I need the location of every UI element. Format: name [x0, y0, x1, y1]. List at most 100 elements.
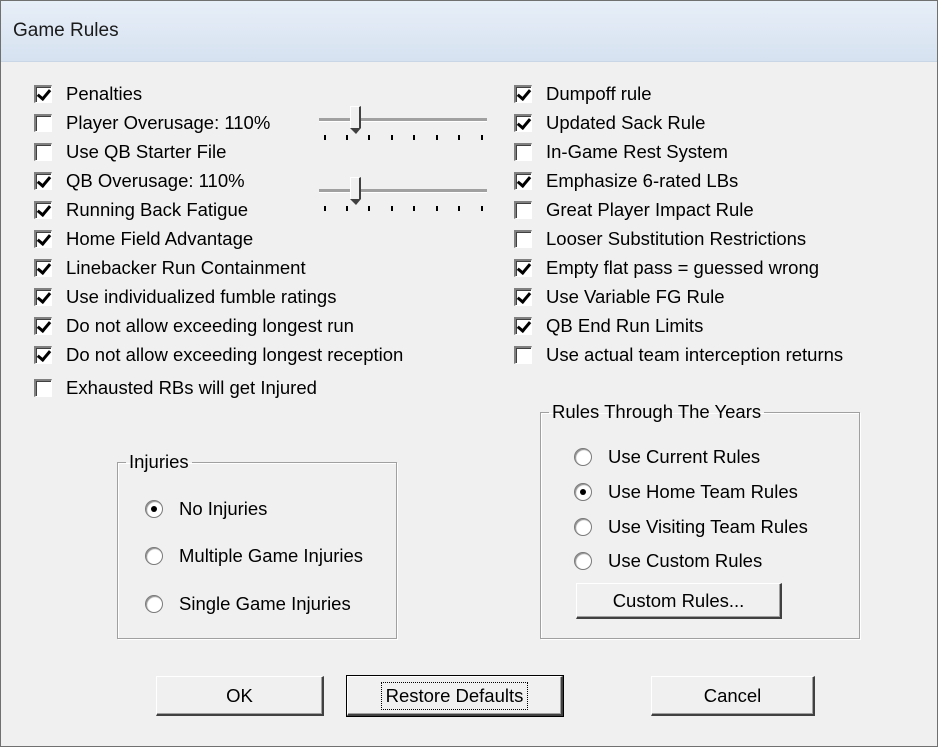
- option-label: Penalties: [66, 83, 143, 104]
- option-fumble-ratings[interactable]: Use individualized fumble ratings: [34, 283, 336, 311]
- slider-tick: [390, 206, 393, 211]
- radio-home-team-rules[interactable]: Use Home Team Rules: [574, 478, 798, 506]
- radio-single-game-injuries[interactable]: Single Game Injuries: [145, 590, 351, 618]
- slider-tick: [323, 206, 326, 211]
- option-variable-fg[interactable]: Use Variable FG Rule: [514, 283, 725, 311]
- option-substitution[interactable]: Looser Substitution Restrictions: [514, 225, 806, 253]
- home-field-checkbox[interactable]: [34, 230, 52, 248]
- slider-tick: [435, 206, 438, 211]
- option-sack-rule[interactable]: Updated Sack Rule: [514, 109, 705, 137]
- rest-system-checkbox[interactable]: [514, 143, 532, 161]
- title-bar: Game Rules: [1, 1, 937, 62]
- option-label: Emphasize 6-rated LBs: [546, 170, 739, 191]
- window-title: Game Rules: [13, 20, 119, 41]
- option-home-field[interactable]: Home Field Advantage: [34, 225, 253, 253]
- current-rules-radio[interactable]: [574, 448, 592, 466]
- option-label: In-Game Rest System: [546, 141, 728, 162]
- restore-defaults-button[interactable]: Restore Defaults: [346, 675, 564, 717]
- radio-label: Use Home Team Rules: [608, 481, 798, 502]
- slider-tick: [413, 206, 416, 211]
- option-label: Do not allow exceeding longest run: [66, 315, 354, 336]
- option-label: Do not allow exceeding longest reception: [66, 344, 404, 365]
- penalties-checkbox[interactable]: [34, 85, 52, 103]
- option-label: QB Overusage: 110%: [66, 170, 245, 191]
- no-injuries-radio[interactable]: [145, 500, 163, 518]
- option-dumpoff[interactable]: Dumpoff rule: [514, 80, 652, 108]
- option-qb-overusage[interactable]: QB Overusage: 110%: [34, 167, 245, 195]
- slider-thumb[interactable]: [350, 106, 362, 134]
- variable-fg-checkbox[interactable]: [514, 288, 532, 306]
- option-exhausted-rbs[interactable]: Exhausted RBs will get Injured: [34, 374, 317, 402]
- radio-label: No Injuries: [179, 498, 268, 519]
- home-team-rules-radio[interactable]: [574, 483, 592, 501]
- substitution-checkbox[interactable]: [514, 230, 532, 248]
- slider-tick: [368, 206, 371, 211]
- radio-visiting-team-rules[interactable]: Use Visiting Team Rules: [574, 513, 808, 541]
- option-label: Use individualized fumble ratings: [66, 286, 337, 307]
- longest-run-checkbox[interactable]: [34, 317, 52, 335]
- option-penalties[interactable]: Penalties: [34, 80, 142, 108]
- qb-overusage-slider[interactable]: [319, 172, 487, 212]
- player-overusage-checkbox[interactable]: [34, 114, 52, 132]
- custom-rules-button[interactable]: Custom Rules...: [576, 583, 782, 619]
- option-label: Use actual team interception returns: [546, 344, 844, 365]
- option-qb-starter-file[interactable]: Use QB Starter File: [34, 138, 226, 166]
- option-player-overusage[interactable]: Player Overusage: 110%: [34, 109, 270, 137]
- option-label: Use QB Starter File: [66, 141, 227, 162]
- lb-run-containment-checkbox[interactable]: [34, 259, 52, 277]
- option-lb-run-containment[interactable]: Linebacker Run Containment: [34, 254, 306, 282]
- restore-defaults-button-label: Restore Defaults: [380, 681, 529, 710]
- cancel-button[interactable]: Cancel: [651, 676, 815, 716]
- radio-custom-rules[interactable]: Use Custom Rules: [574, 547, 762, 575]
- option-interception-returns[interactable]: Use actual team interception returns: [514, 341, 843, 369]
- option-great-player[interactable]: Great Player Impact Rule: [514, 196, 754, 224]
- slider-tick: [345, 135, 348, 140]
- option-label: Use Variable FG Rule: [546, 286, 725, 307]
- slider-thumb[interactable]: [350, 177, 362, 205]
- injuries-legend: Injuries: [129, 451, 189, 472]
- sack-rule-checkbox[interactable]: [514, 114, 532, 132]
- slider-tick: [480, 135, 483, 140]
- option-qb-end-run[interactable]: QB End Run Limits: [514, 312, 703, 340]
- radio-multiple-game-injuries[interactable]: Multiple Game Injuries: [145, 542, 363, 570]
- rules-years-legend: Rules Through The Years: [552, 401, 762, 422]
- multiple-game-injuries-radio[interactable]: [145, 547, 163, 565]
- qb-overusage-checkbox[interactable]: [34, 172, 52, 190]
- interception-returns-checkbox[interactable]: [514, 346, 532, 364]
- slider-tick: [413, 135, 416, 140]
- exhausted-rbs-checkbox[interactable]: [34, 379, 52, 397]
- qb-starter-file-checkbox[interactable]: [34, 143, 52, 161]
- radio-label: Use Custom Rules: [608, 550, 763, 571]
- fumble-ratings-checkbox[interactable]: [34, 288, 52, 306]
- ok-button[interactable]: OK: [156, 676, 324, 716]
- dumpoff-checkbox[interactable]: [514, 85, 532, 103]
- slider-tick: [390, 135, 393, 140]
- option-label: Exhausted RBs will get Injured: [66, 377, 317, 398]
- option-label: Player Overusage: 110%: [66, 112, 271, 133]
- slider-track: [319, 189, 487, 193]
- radio-label: Use Visiting Team Rules: [608, 516, 808, 537]
- player-overusage-slider[interactable]: [319, 101, 487, 141]
- option-empty-flat-pass[interactable]: Empty flat pass = guessed wrong: [514, 254, 819, 282]
- great-player-checkbox[interactable]: [514, 201, 532, 219]
- radio-current-rules[interactable]: Use Current Rules: [574, 443, 760, 471]
- visiting-team-rules-radio[interactable]: [574, 518, 592, 536]
- option-longest-run[interactable]: Do not allow exceeding longest run: [34, 312, 354, 340]
- option-label: Looser Substitution Restrictions: [546, 228, 807, 249]
- empty-flat-pass-checkbox[interactable]: [514, 259, 532, 277]
- slider-track: [319, 118, 487, 122]
- rb-fatigue-checkbox[interactable]: [34, 201, 52, 219]
- option-label: Great Player Impact Rule: [546, 199, 754, 220]
- longest-reception-checkbox[interactable]: [34, 346, 52, 364]
- option-6-rated-lbs[interactable]: Emphasize 6-rated LBs: [514, 167, 738, 195]
- qb-end-run-checkbox[interactable]: [514, 317, 532, 335]
- option-longest-reception[interactable]: Do not allow exceeding longest reception: [34, 341, 403, 369]
- single-game-injuries-radio[interactable]: [145, 595, 163, 613]
- option-rest-system[interactable]: In-Game Rest System: [514, 138, 728, 166]
- radio-no-injuries[interactable]: No Injuries: [145, 495, 267, 523]
- option-label: Empty flat pass = guessed wrong: [546, 257, 820, 278]
- option-rb-fatigue[interactable]: Running Back Fatigue: [34, 196, 248, 224]
- radio-label: Use Current Rules: [608, 446, 761, 467]
- 6-rated-lbs-checkbox[interactable]: [514, 172, 532, 190]
- custom-rules-radio[interactable]: [574, 552, 592, 570]
